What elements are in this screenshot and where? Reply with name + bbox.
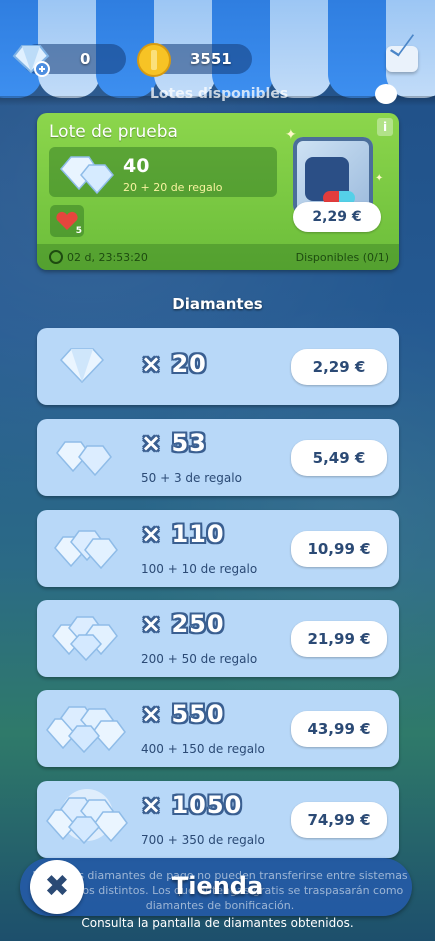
diamond-pack-bonus: 50 + 3 de regalo (141, 471, 242, 485)
diamond-pack-price-button[interactable]: 10,99 € (291, 531, 387, 567)
trial-pack-bonus: 20 + 20 de regalo (123, 181, 223, 194)
section-subtitle: Lotes disponibles (150, 86, 289, 102)
diamond-icon (46, 789, 128, 845)
diamond-pack-bonus: 700 + 350 de regalo (141, 833, 265, 847)
trial-pack-card[interactable]: Lote de prueba i 40 20 + 20 de regalo 5 … (37, 113, 399, 270)
diamond-pack-bonus: 100 + 10 de regalo (141, 562, 258, 576)
diamond-pack-row[interactable]: × 250 200 + 50 de regalo 21,99 € (37, 600, 399, 677)
diamond-pack-quantity: × 250 (141, 610, 225, 638)
trial-pack-price-button[interactable]: 2,29 € (293, 202, 381, 232)
diamond-icon (46, 706, 126, 754)
diamond-plus-icon[interactable] (10, 42, 52, 78)
trial-pack-timer: 02 d, 23:53:20 (67, 251, 148, 264)
trial-pack-availability: Disponibles (0/1) (295, 251, 389, 264)
subtitle-badge-icon (375, 84, 397, 104)
diamonds-section-title: Diamantes (172, 295, 263, 313)
diamond-icon (56, 441, 112, 477)
diamond-pack-row[interactable]: × 1050 700 + 350 de regalo 74,99 € (37, 781, 399, 858)
diamond-counter-value: 0 (80, 50, 91, 68)
obtained-diamonds-link[interactable]: Consulta la pantalla de diamantes obteni… (0, 916, 435, 930)
diamond-cluster-icon (60, 156, 114, 195)
diamond-pack-quantity: × 550 (141, 700, 225, 728)
diamond-pack-quantity: × 1050 (141, 791, 243, 819)
diamond-pack-row[interactable]: × 110 100 + 10 de regalo 10,99 € (37, 510, 399, 587)
diamond-icon (54, 530, 118, 570)
trial-pack-quantity: 40 (123, 155, 150, 177)
diamond-icon (59, 348, 105, 384)
info-icon[interactable]: i (377, 118, 393, 136)
diamond-pack-quantity: × 110 (141, 520, 225, 548)
diamond-pack-row[interactable]: × 550 400 + 150 de regalo 43,99 € (37, 690, 399, 767)
diamond-icon (52, 616, 118, 662)
shop-title: Tienda (171, 872, 264, 900)
diamond-pack-bonus: 400 + 150 de regalo (141, 742, 265, 756)
diamond-pack-quantity: × 53 (141, 429, 207, 457)
diamond-pack-price-button[interactable]: 21,99 € (291, 621, 387, 657)
diamond-pack-bonus: 200 + 50 de regalo (141, 652, 258, 666)
diamond-pack-price-button[interactable]: 74,99 € (291, 802, 387, 838)
diamond-pack-row[interactable]: × 53 50 + 3 de regalo 5,49 € (37, 419, 399, 496)
diamond-pack-price-button[interactable]: 2,29 € (291, 349, 387, 385)
sparkle-icon: ✦ (375, 173, 384, 184)
mail-icon[interactable] (386, 46, 418, 72)
diamond-pack-price-button[interactable]: 5,49 € (291, 440, 387, 476)
heart-item: 5 (50, 205, 84, 237)
sparkle-icon: ✦ (285, 127, 297, 143)
heart-count: 5 (75, 226, 82, 236)
diamond-pack-row[interactable]: × 20 2,29 € (37, 328, 399, 405)
clock-icon (49, 250, 63, 264)
trial-pack-title: Lote de prueba (49, 122, 178, 142)
diamond-pack-price-button[interactable]: 43,99 € (291, 711, 387, 747)
diamond-pack-quantity: × 20 (141, 350, 207, 378)
coin-counter-value: 3551 (190, 50, 232, 68)
coin-icon (137, 43, 171, 77)
